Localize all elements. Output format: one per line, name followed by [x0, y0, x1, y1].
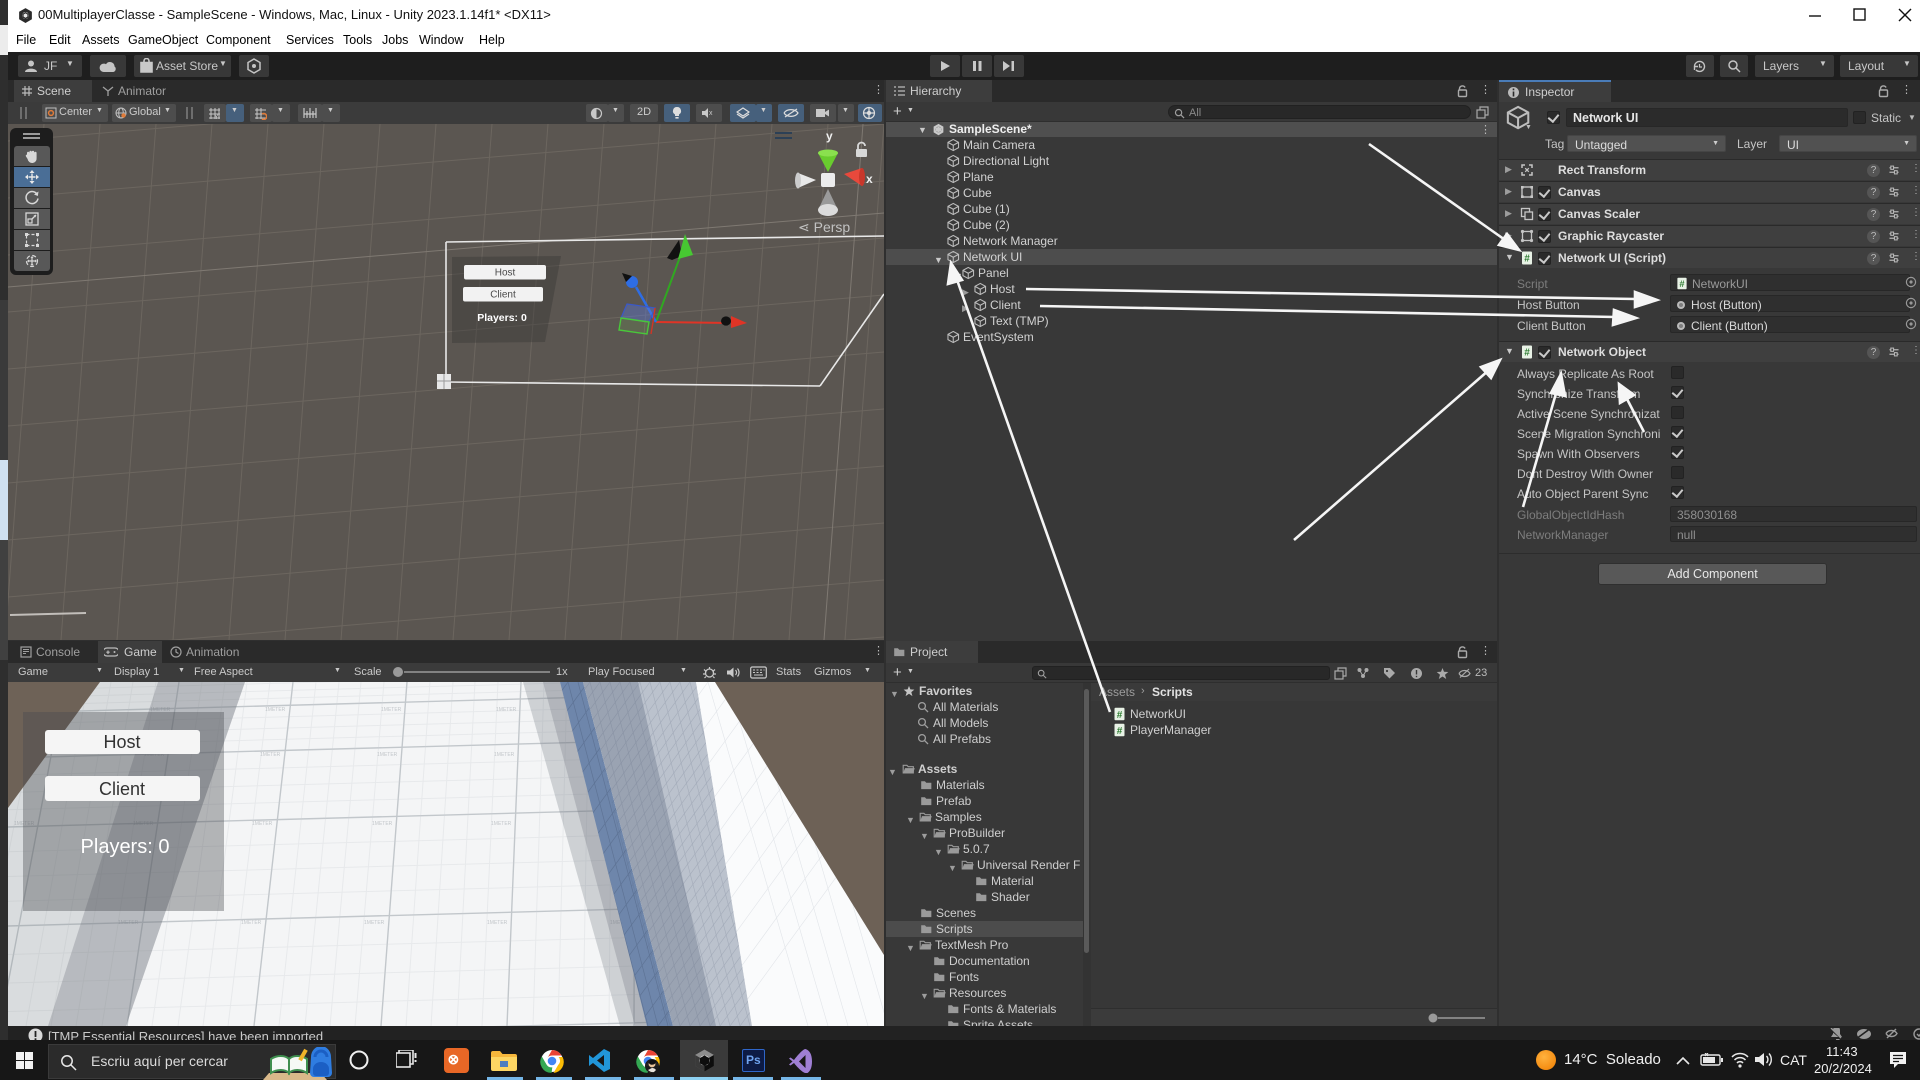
svg-text:1METER: 1METER [487, 920, 508, 926]
svg-text:Host: Host [495, 268, 516, 279]
svg-text:1METER: 1METER [494, 752, 515, 758]
svg-text:x: x [866, 172, 873, 186]
svg-text:Y: Y [214, 114, 219, 120]
svg-text:Players: 0: Players: 0 [477, 312, 527, 324]
svg-text:1METER: 1METER [491, 821, 512, 827]
svg-text:1METER: 1METER [377, 752, 398, 758]
svg-text:Client: Client [99, 779, 145, 799]
svg-text:1METER: 1METER [265, 707, 286, 713]
svg-text:Host: Host [103, 732, 140, 752]
svg-text:Players: 0: Players: 0 [81, 836, 170, 858]
svg-text:#: # [1524, 348, 1530, 359]
svg-text:⋖ Persp: ⋖ Persp [798, 219, 850, 235]
svg-text:x: x [709, 110, 713, 117]
svg-text:1METER: 1METER [496, 707, 517, 713]
svg-text:1METER: 1METER [260, 752, 281, 758]
svg-text:1METER: 1METER [241, 920, 262, 926]
svg-text:1METER: 1METER [364, 920, 385, 926]
svg-text:1METER: 1METER [381, 707, 402, 713]
svg-text:Client: Client [490, 290, 516, 301]
svg-text:y: y [826, 129, 833, 143]
svg-text:#: # [1524, 254, 1530, 265]
svg-text:1METER: 1METER [252, 821, 273, 827]
svg-text:1METER: 1METER [372, 821, 393, 827]
